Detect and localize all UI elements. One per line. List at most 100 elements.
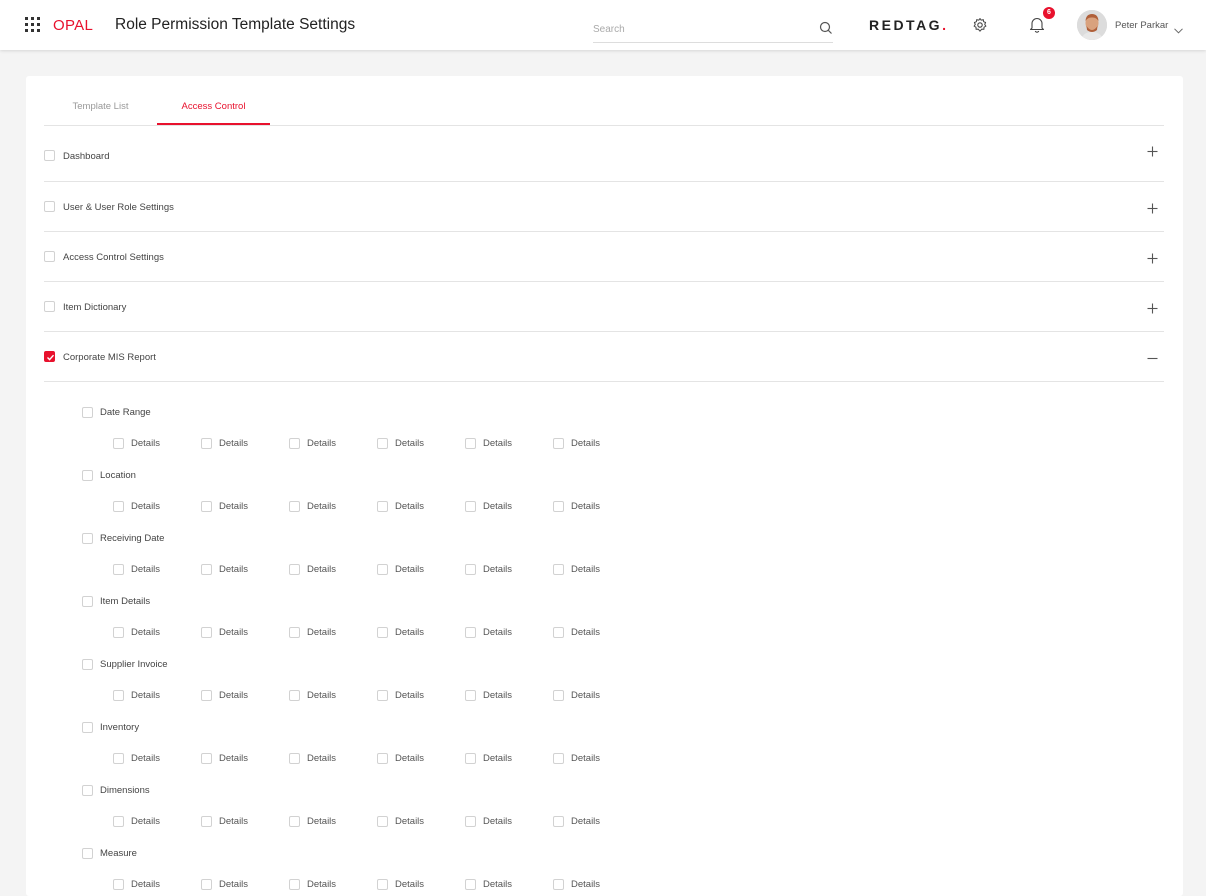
permission-section-row[interactable]: Item Dictionary <box>44 281 1164 332</box>
section-label: User & User Role Settings <box>63 202 174 213</box>
expand-plus-icon[interactable] <box>1147 301 1158 314</box>
details-checkbox[interactable] <box>465 564 476 575</box>
details-label: Details <box>219 501 249 512</box>
details-checkbox[interactable] <box>113 501 124 512</box>
details-checkbox[interactable] <box>465 816 476 827</box>
details-checkbox[interactable] <box>201 438 212 449</box>
expand-plus-icon[interactable] <box>1147 144 1158 157</box>
details-checkbox[interactable] <box>553 879 564 890</box>
details-label: Details <box>395 501 425 512</box>
permission-section-row[interactable]: Dashboard <box>44 125 1164 182</box>
details-checkbox[interactable] <box>289 627 300 638</box>
details-checkbox[interactable] <box>289 501 300 512</box>
details-label: Details <box>307 690 337 701</box>
details-checkbox[interactable] <box>465 753 476 764</box>
filter-checkbox[interactable] <box>82 596 93 607</box>
details-checkbox[interactable] <box>201 627 212 638</box>
section-checkbox[interactable] <box>44 351 55 362</box>
section-checkbox[interactable] <box>44 201 55 212</box>
chevron-down-icon[interactable] <box>1174 21 1183 34</box>
details-checkbox[interactable] <box>201 690 212 701</box>
permission-section-row[interactable]: Corporate MIS Report <box>44 331 1164 382</box>
filter-checkbox[interactable] <box>82 470 93 481</box>
details-checkbox[interactable] <box>289 879 300 890</box>
details-checkbox[interactable] <box>289 816 300 827</box>
filter-checkbox[interactable] <box>82 785 93 796</box>
details-checkbox[interactable] <box>553 501 564 512</box>
filter-label: Measure <box>100 848 137 859</box>
details-label: Details <box>307 501 337 512</box>
user-name[interactable]: Peter Parkar <box>1115 20 1168 31</box>
section-checkbox[interactable] <box>44 251 55 262</box>
details-label: Details <box>571 438 601 449</box>
search-input[interactable] <box>593 20 808 38</box>
expand-plus-icon[interactable] <box>1147 251 1158 264</box>
details-checkbox[interactable] <box>377 816 388 827</box>
permission-section-row[interactable]: Access Control Settings <box>44 231 1164 282</box>
expand-plus-icon[interactable] <box>1147 201 1158 214</box>
details-checkbox[interactable] <box>377 438 388 449</box>
details-checkbox[interactable] <box>465 438 476 449</box>
filter-checkbox[interactable] <box>82 848 93 859</box>
details-checkbox[interactable] <box>465 690 476 701</box>
tab-access-control[interactable]: Access Control <box>157 76 270 125</box>
filter-checkbox[interactable] <box>82 722 93 733</box>
apps-grid-icon[interactable] <box>25 17 40 32</box>
permission-section-row[interactable]: User & User Role Settings <box>44 181 1164 232</box>
details-checkbox[interactable] <box>553 438 564 449</box>
details-checkbox[interactable] <box>289 753 300 764</box>
details-checkbox[interactable] <box>465 627 476 638</box>
filter-checkbox[interactable] <box>82 659 93 670</box>
details-checkbox[interactable] <box>377 501 388 512</box>
app-logo[interactable]: OPAL <box>53 17 93 34</box>
details-checkbox[interactable] <box>553 564 564 575</box>
details-label: Details <box>307 564 337 575</box>
section-checkbox[interactable] <box>44 301 55 312</box>
details-checkbox[interactable] <box>113 564 124 575</box>
details-checkbox[interactable] <box>113 816 124 827</box>
details-label: Details <box>571 690 601 701</box>
details-checkbox[interactable] <box>201 753 212 764</box>
details-checkbox[interactable] <box>377 690 388 701</box>
details-checkbox[interactable] <box>289 564 300 575</box>
details-label: Details <box>483 564 513 575</box>
details-checkbox[interactable] <box>377 879 388 890</box>
details-checkbox[interactable] <box>201 564 212 575</box>
details-checkbox[interactable] <box>289 438 300 449</box>
filter-checkbox[interactable] <box>82 533 93 544</box>
tab-template-list[interactable]: Template List <box>44 76 157 124</box>
details-checkbox[interactable] <box>113 627 124 638</box>
notification-bell-icon[interactable] <box>1029 16 1045 33</box>
details-checkbox[interactable] <box>377 627 388 638</box>
filter-label: Inventory <box>100 722 140 733</box>
details-checkbox[interactable] <box>553 816 564 827</box>
filter-label: Date Range <box>100 407 151 418</box>
details-checkbox[interactable] <box>377 753 388 764</box>
search-icon[interactable] <box>819 21 833 35</box>
gear-icon[interactable] <box>972 17 988 33</box>
details-checkbox[interactable] <box>113 753 124 764</box>
details-checkbox[interactable] <box>201 879 212 890</box>
details-checkbox[interactable] <box>113 690 124 701</box>
details-checkbox[interactable] <box>465 501 476 512</box>
user-avatar[interactable] <box>1077 10 1107 40</box>
details-label: Details <box>219 690 249 701</box>
details-checkbox[interactable] <box>553 690 564 701</box>
details-checkbox[interactable] <box>553 753 564 764</box>
details-checkbox[interactable] <box>201 816 212 827</box>
details-checkbox[interactable] <box>377 564 388 575</box>
details-checkbox[interactable] <box>113 879 124 890</box>
section-checkbox[interactable] <box>44 150 55 161</box>
details-label: Details <box>131 816 161 827</box>
section-label: Item Dictionary <box>63 302 127 313</box>
details-label: Details <box>307 753 337 764</box>
details-checkbox[interactable] <box>553 627 564 638</box>
filter-checkbox[interactable] <box>82 407 93 418</box>
details-checkbox[interactable] <box>465 879 476 890</box>
details-checkbox[interactable] <box>113 438 124 449</box>
details-checkbox[interactable] <box>201 501 212 512</box>
details-checkbox[interactable] <box>289 690 300 701</box>
brand-dot: . <box>942 17 949 33</box>
collapse-minus-icon[interactable] <box>1147 351 1158 362</box>
details-label: Details <box>131 564 161 575</box>
